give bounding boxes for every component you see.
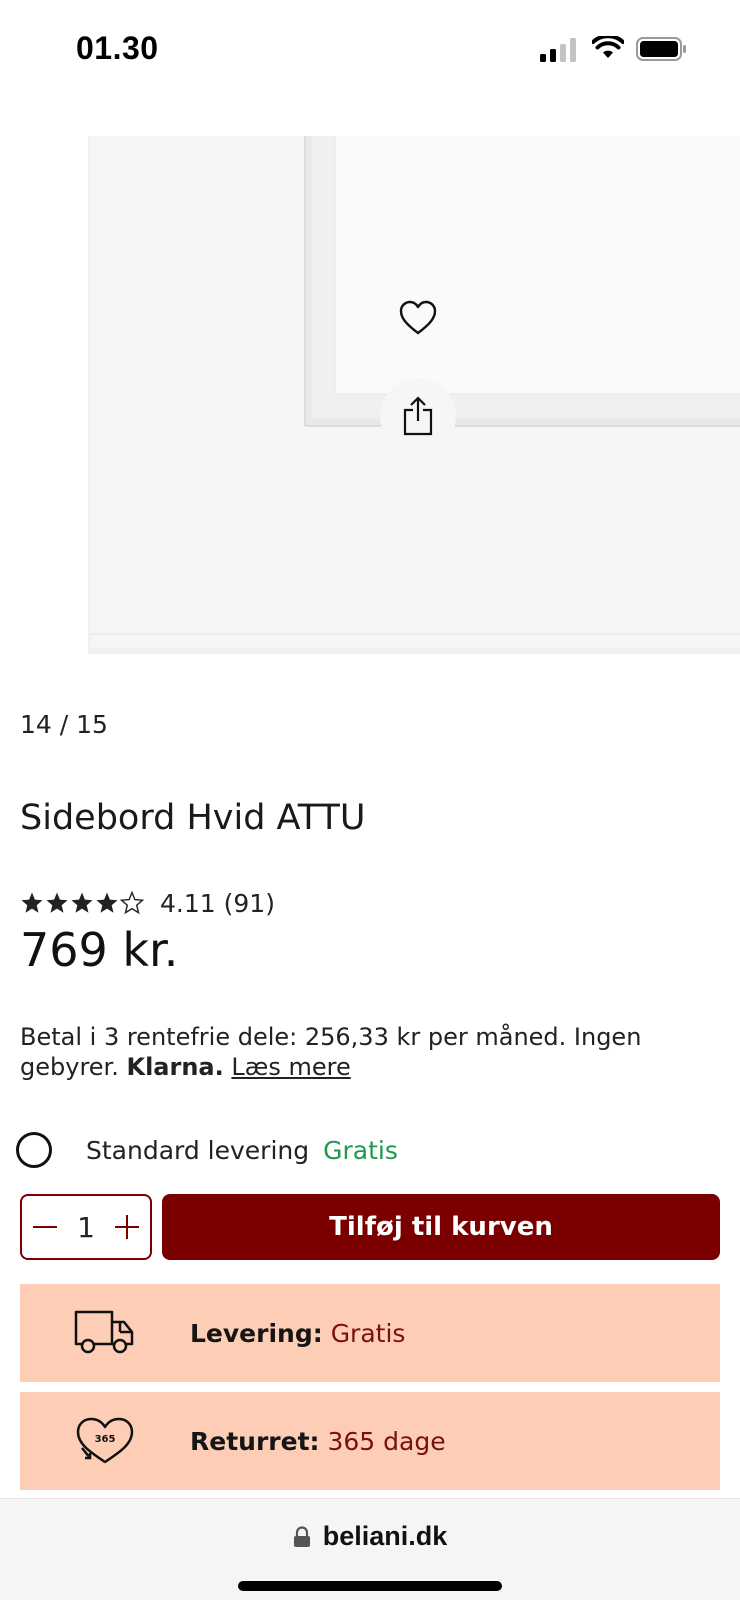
truck-icon [74, 1310, 134, 1354]
klarna-read-more-link[interactable]: Læs mere [231, 1053, 350, 1081]
return-info-value: 365 dage [327, 1426, 446, 1456]
star-empty-icon [120, 891, 144, 915]
delivery-option-price: Gratis [323, 1135, 398, 1165]
return-info-key: Returret: [190, 1426, 320, 1456]
quantity-increase-button[interactable] [114, 1214, 140, 1240]
add-to-cart-button[interactable]: Tilføj til kurven [162, 1194, 720, 1260]
share-icon [403, 396, 433, 436]
delivery-radio[interactable] [16, 1132, 52, 1168]
favorite-button[interactable] [388, 288, 448, 348]
sideboard-photo [88, 136, 740, 654]
status-time: 01.30 [76, 30, 159, 66]
url-text: beliani.dk [322, 1521, 448, 1551]
delivery-option-standard[interactable]: Standard levering Gratis [16, 1130, 398, 1170]
klarna-logo: Klarna. [126, 1053, 224, 1081]
quantity-value[interactable]: 1 [77, 1211, 95, 1244]
delivery-info-value: Gratis [330, 1318, 406, 1348]
star-filled-icon [46, 892, 68, 913]
delivery-info-text: Levering: Gratis [190, 1319, 405, 1348]
return-info-text: Returret: 365 dage [190, 1427, 446, 1456]
status-bar: 01.30 [0, 0, 740, 100]
heart-icon [399, 300, 437, 335]
return-info-box: 365 Returret: 365 dage [20, 1392, 720, 1490]
quantity-decrease-button[interactable] [32, 1214, 58, 1240]
plus-icon [114, 1215, 139, 1239]
cellular-signal-icon [540, 38, 576, 62]
star-filled-icon [96, 892, 118, 913]
share-button[interactable] [380, 378, 456, 454]
minus-icon [33, 1226, 57, 1228]
image-counter: 14 / 15 [20, 710, 108, 739]
quantity-stepper[interactable]: 1 [20, 1194, 152, 1260]
star-filled-icon [21, 892, 43, 913]
klarna-info: Betal i 3 rentefrie dele: 256,33 kr per … [20, 1022, 720, 1082]
star-filled-icon [71, 892, 93, 913]
rating-stars [20, 891, 144, 915]
rating-value: 4.11 [160, 888, 216, 918]
delivery-info-key: Levering: [190, 1318, 323, 1348]
lock-icon [293, 1525, 310, 1547]
product-rating[interactable]: 4.11 (91) [20, 888, 275, 918]
rating-count: (91) [223, 888, 275, 918]
address-bar[interactable]: beliani.dk [0, 1521, 740, 1552]
return-badge-text: 365 [95, 1434, 116, 1445]
return-365-heart-icon: 365 [76, 1417, 134, 1464]
battery-icon [636, 37, 686, 61]
product-title: Sidebord Hvid ATTU [20, 798, 366, 838]
home-indicator[interactable] [238, 1581, 502, 1591]
browser-bottom-bar: beliani.dk [0, 1498, 740, 1600]
product-image[interactable] [0, 136, 740, 656]
delivery-option-label: Standard levering [86, 1135, 310, 1165]
product-price: 769 kr. [20, 923, 179, 977]
rating-summary: 4.11 (91) [160, 889, 275, 918]
wifi-icon [592, 36, 624, 58]
delivery-info-box: Levering: Gratis [20, 1284, 720, 1382]
